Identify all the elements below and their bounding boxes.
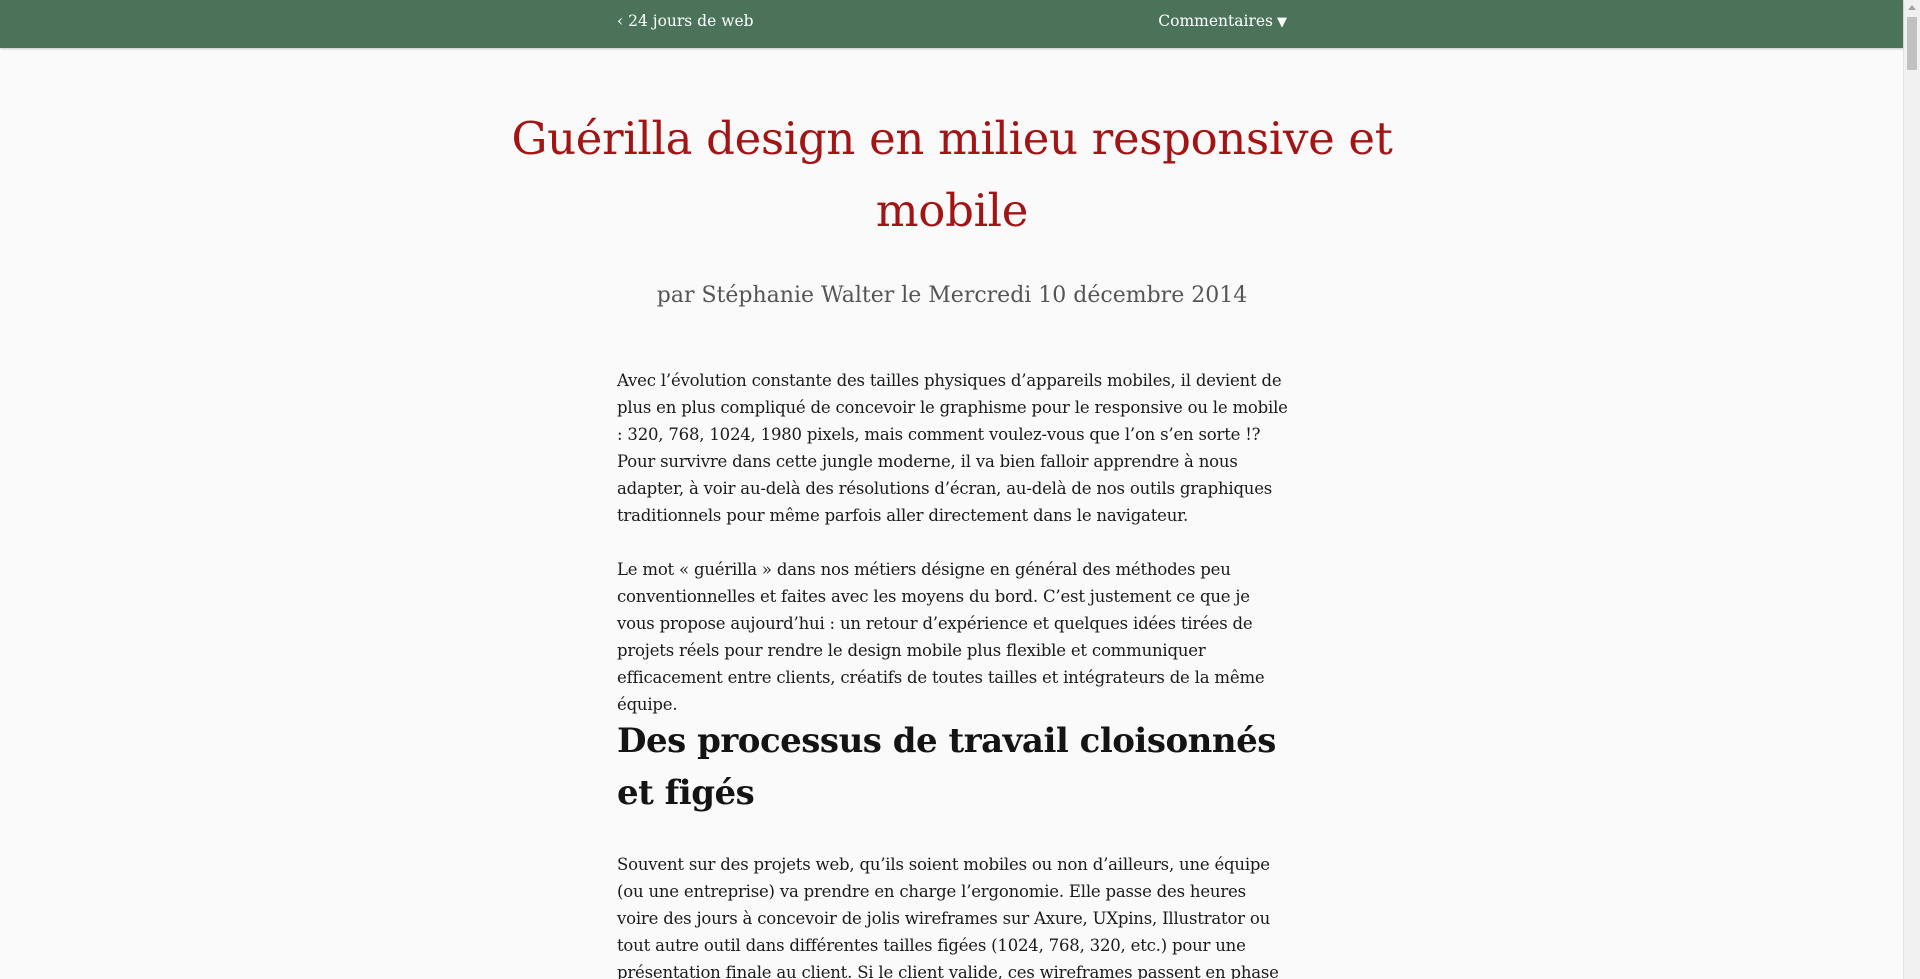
scrollbar-thumb[interactable] [1907,17,1917,70]
article-paragraph-guerilla: Le mot « guérilla » dans nos métiers dés… [617,560,1265,714]
scroll-up-arrow-icon[interactable] [1908,5,1916,10]
section-heading: Des processus de travail cloisonnés et f… [617,721,1276,813]
article-paragraph-section: Souvent sur des projets web, qu’ils soie… [617,855,1279,979]
article-paragraph-intro: Avec l’évolution constante des tailles p… [617,371,1288,525]
comments-label: Commentaires [1158,12,1273,30]
back-to-24-jours-link[interactable]: ‹ 24 jours de web [617,12,754,30]
article-byline: par Stéphanie Walter le Mercredi 10 déce… [656,283,1248,308]
comments-toggle-link[interactable]: Commentaires ▼ [1158,12,1287,30]
triangle-down-icon: ▼ [1277,15,1287,30]
vertical-scrollbar[interactable] [1903,0,1920,979]
top-navigation-inner: ‹ 24 jours de web Commentaires ▼ [617,0,1287,42]
article-title: Guérilla design en milieu responsive et … [511,112,1393,237]
article-content: Avec l’évolution constante des tailles p… [617,367,1289,979]
top-navigation-bar: ‹ 24 jours de web Commentaires ▼ [0,0,1903,48]
